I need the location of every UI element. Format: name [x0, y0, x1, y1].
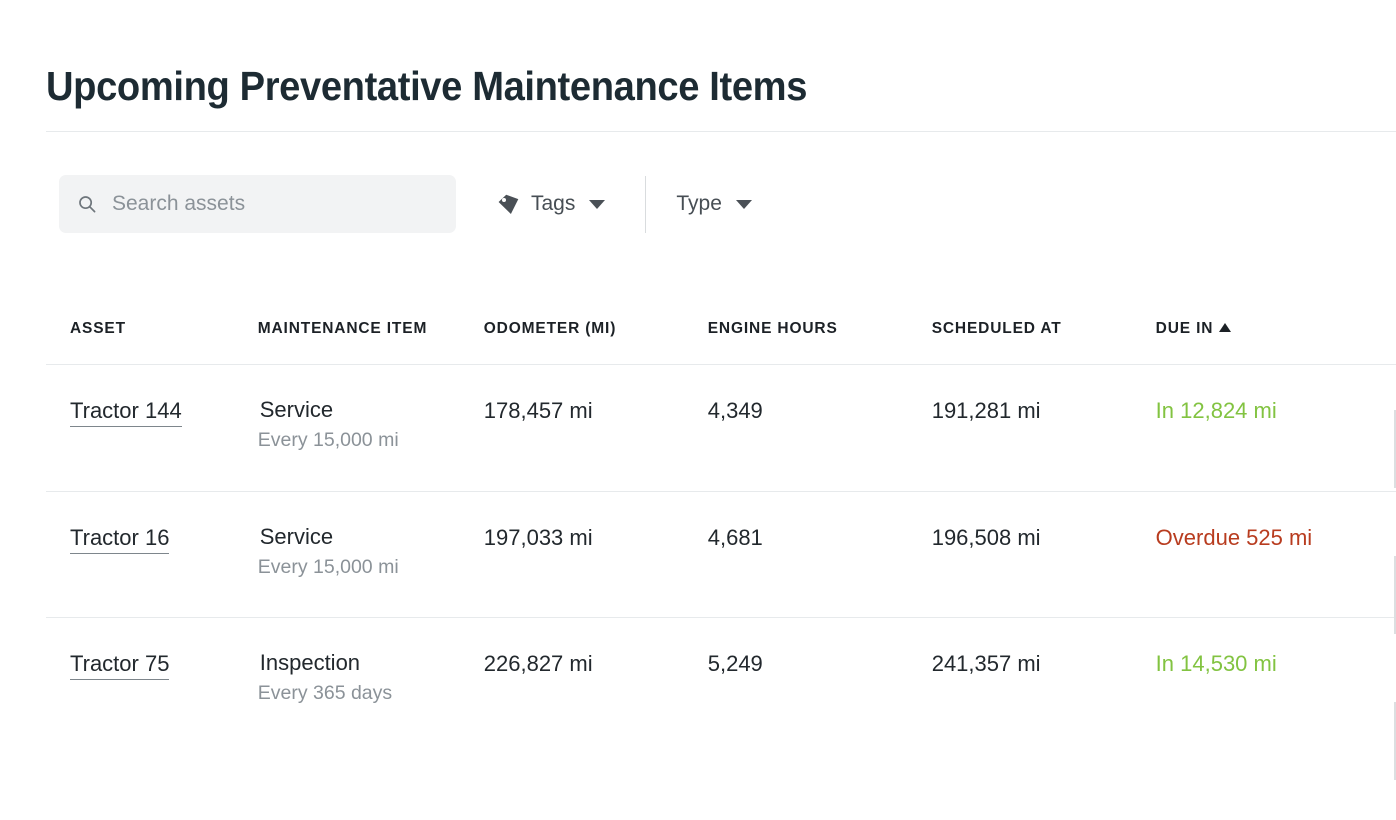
filter-bar: Tags Type	[59, 175, 752, 233]
type-filter-button[interactable]: Type	[676, 175, 752, 233]
cell-scheduled-at: 196,508 mi	[931, 524, 1041, 550]
maintenance-table: ASSET MAINTENANCE ITEM ODOMETER (MI) ENG…	[46, 320, 1396, 744]
cell-asset: Tractor 144	[46, 365, 258, 492]
asset-link[interactable]: Tractor 16	[70, 524, 170, 554]
maintenance-item-interval: Every 365 days	[257, 682, 393, 705]
sort-ascending-icon	[1219, 323, 1232, 332]
column-header-engine-hours[interactable]: ENGINE HOURS	[708, 320, 932, 365]
maintenance-item-name: Inspection	[259, 650, 361, 676]
column-header-due-in[interactable]: DUE IN	[1156, 320, 1396, 365]
cell-due-in: Overdue 525 mi	[1156, 491, 1396, 618]
maintenance-item-name: Service	[259, 397, 334, 422]
cell-engine-hours: 4,681	[707, 524, 763, 550]
page-title: Upcoming Preventative Maintenance Items	[46, 63, 808, 110]
column-header-scheduled-at[interactable]: SCHEDULED AT	[932, 320, 1156, 365]
cell-engine-hours: 5,249	[707, 651, 763, 677]
tags-filter-button[interactable]: Tags	[497, 175, 606, 233]
tag-icon	[497, 193, 520, 216]
asset-link[interactable]: Tractor 75	[70, 651, 170, 681]
cell-scheduled-at: 191,281 mi	[931, 398, 1041, 423]
cell-asset: Tractor 16	[46, 491, 258, 618]
cell-due-in: In 12,824 mi	[1156, 365, 1396, 492]
maintenance-table-wrap: ASSET MAINTENANCE ITEM ODOMETER (MI) ENG…	[46, 320, 1396, 780]
cell-due-in: In 14,530 mi	[1156, 618, 1396, 744]
table-row[interactable]: Tractor 75 Inspection Every 365 days 226,82…	[46, 618, 1396, 744]
table-row[interactable]: Tractor 144 Service Every 15,000 mi 178,457…	[46, 365, 1396, 492]
column-header-odometer[interactable]: ODOMETER (MI)	[484, 320, 708, 365]
due-in-overdue-badge: Overdue 525 mi	[1155, 524, 1313, 550]
table-row[interactable]: Tractor 16 Service Every 15,000 mi 197,033 …	[46, 491, 1396, 618]
cell-maintenance-item: Service Every 15,000 mi	[258, 365, 484, 492]
filter-group: Tags Type	[497, 175, 752, 233]
title-divider	[46, 131, 1396, 132]
maintenance-item-name: Service	[259, 523, 334, 549]
cell-odometer: 197,033 mi	[483, 524, 593, 550]
search-box[interactable]	[59, 175, 456, 233]
tags-filter-label: Tags	[531, 192, 576, 215]
asset-link[interactable]: Tractor 144	[70, 398, 182, 427]
chevron-down-icon	[589, 199, 606, 209]
column-label-asset: ASSET	[70, 320, 126, 337]
maintenance-item-interval: Every 15,000 mi	[257, 555, 399, 578]
cell-asset: Tractor 75	[46, 618, 258, 744]
cell-odometer: 178,457 mi	[483, 398, 593, 423]
due-in-ok-badge: In 12,824 mi	[1155, 398, 1277, 423]
column-header-asset[interactable]: ASSET	[46, 320, 258, 365]
search-input[interactable]	[59, 176, 456, 232]
page-root: Upcoming Preventative Maintenance Items	[0, 0, 1396, 820]
cell-scheduled-at: 241,357 mi	[931, 651, 1041, 677]
search-icon	[78, 195, 96, 213]
cell-engine-hours: 4,349	[707, 398, 763, 423]
column-label-engine-hours: ENGINE HOURS	[707, 320, 838, 337]
column-label-due-in: DUE IN	[1155, 320, 1214, 337]
table-body: Tractor 144 Service Every 15,000 mi 178,457…	[46, 365, 1396, 744]
column-label-odometer: ODOMETER (MI)	[483, 320, 617, 337]
table-head: ASSET MAINTENANCE ITEM ODOMETER (MI) ENG…	[46, 320, 1396, 365]
cell-odometer: 226,827 mi	[483, 651, 593, 677]
column-label-maintenance-item: MAINTENANCE ITEM	[257, 320, 428, 337]
type-filter-label: Type	[676, 192, 722, 215]
cell-maintenance-item: Service Every 15,000 mi	[258, 491, 484, 618]
column-header-maintenance-item[interactable]: MAINTENANCE ITEM	[258, 320, 484, 365]
chevron-down-icon	[735, 199, 752, 209]
cell-maintenance-item: Inspection Every 365 days	[258, 618, 484, 744]
maintenance-item-interval: Every 15,000 mi	[257, 429, 399, 452]
table-header-row: ASSET MAINTENANCE ITEM ODOMETER (MI) ENG…	[46, 320, 1396, 365]
column-label-scheduled-at: SCHEDULED AT	[931, 320, 1062, 337]
filter-divider	[645, 175, 647, 233]
due-in-ok-badge: In 14,530 mi	[1155, 651, 1277, 677]
